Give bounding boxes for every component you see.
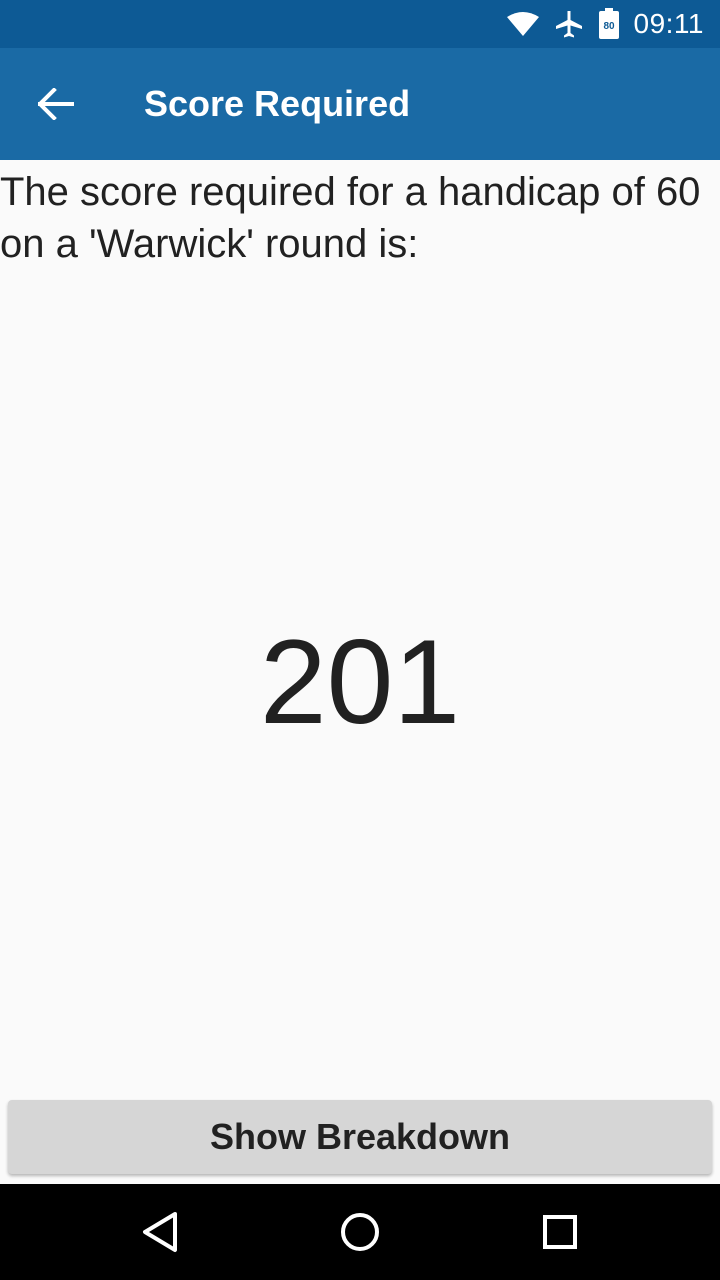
- status-time: 09:11: [633, 8, 704, 39]
- arrow-back-icon: [38, 88, 74, 120]
- status-bar: 80 09:11: [0, 0, 720, 48]
- recents-square-icon: [543, 1215, 577, 1249]
- battery-level: 80: [603, 21, 615, 32]
- score-prompt: The score required for a handicap of 60 …: [0, 170, 701, 266]
- show-breakdown-button[interactable]: Show Breakdown: [8, 1100, 712, 1174]
- airplane-icon: [554, 9, 584, 39]
- home-circle-icon: [341, 1213, 379, 1251]
- navigation-bar: [0, 1184, 720, 1280]
- page-title: Score Required: [144, 83, 411, 124]
- status-icons: 80 09:11: [506, 0, 705, 48]
- nav-home-button[interactable]: [320, 1202, 400, 1262]
- nav-back-button[interactable]: [120, 1202, 200, 1262]
- nav-recents-button[interactable]: [520, 1202, 600, 1262]
- app-bar: Score Required: [0, 48, 720, 160]
- required-score: 201: [259, 615, 461, 749]
- back-triangle-icon: [143, 1212, 177, 1252]
- battery-icon: 80: [598, 8, 620, 40]
- back-button[interactable]: [24, 72, 88, 136]
- wifi-icon: [506, 11, 540, 37]
